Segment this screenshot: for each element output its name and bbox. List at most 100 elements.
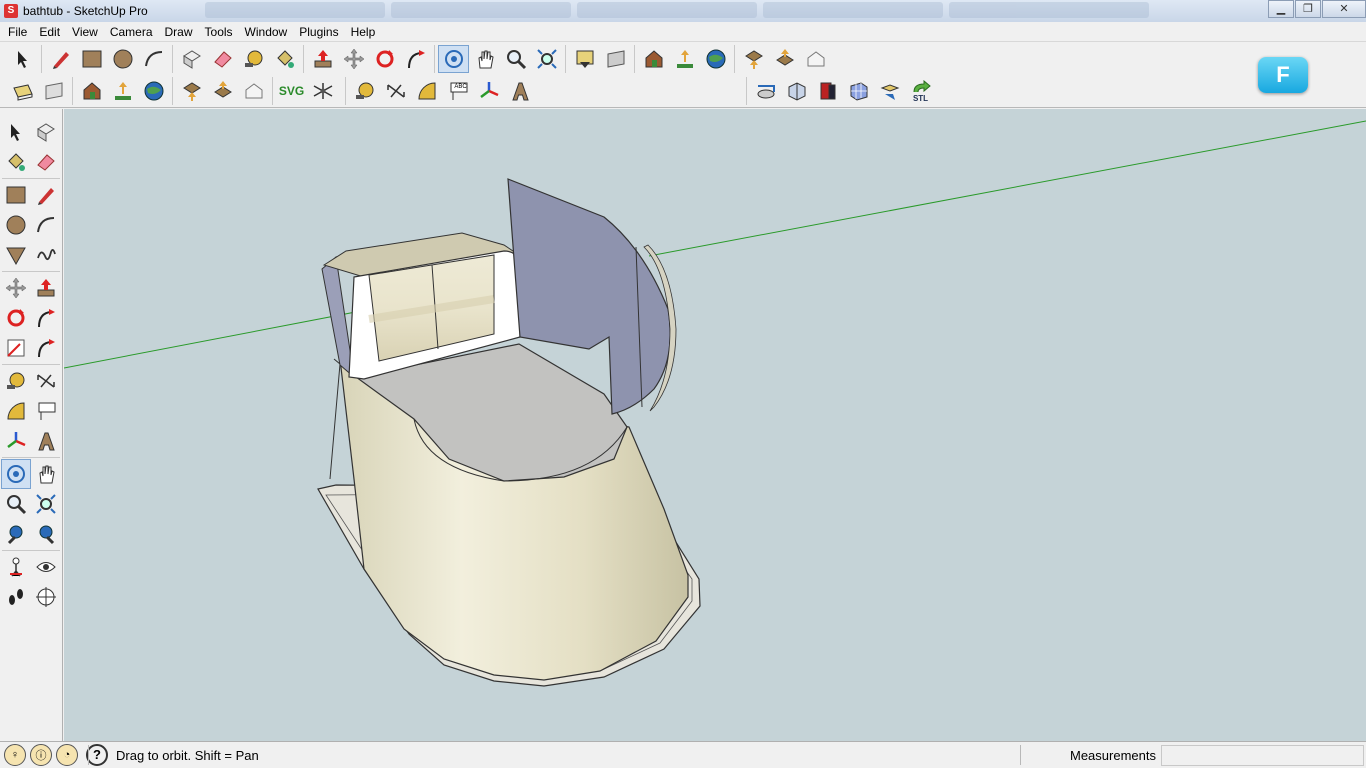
palette-polygon-button[interactable] (1, 240, 31, 270)
previous-view-button[interactable] (569, 45, 600, 73)
sandbox-from-scratch-button[interactable] (38, 77, 69, 105)
move-tool-button[interactable] (338, 45, 369, 73)
section-cuts-button[interactable] (812, 77, 843, 105)
select-tool-button[interactable] (7, 45, 38, 73)
solid-tools-button[interactable] (874, 77, 905, 105)
credits-icon[interactable]: ⓘ (30, 744, 52, 766)
menu-window[interactable]: Window (239, 25, 294, 39)
menu-edit[interactable]: Edit (33, 25, 66, 39)
palette-orbit-button[interactable] (1, 459, 31, 489)
palette-position-camera-button[interactable] (1, 552, 31, 582)
palette-3dtext-button[interactable] (31, 426, 61, 456)
minimize-button[interactable]: ▁ (1268, 0, 1294, 18)
get-models-button[interactable] (638, 45, 669, 73)
palette-scale-button[interactable] (1, 333, 31, 363)
sandbox-grid-button[interactable] (843, 77, 874, 105)
circle-tool-button[interactable] (107, 45, 138, 73)
line-tool-button[interactable] (45, 45, 76, 73)
palette-zoom-button[interactable] (1, 489, 31, 519)
palette-axes-button[interactable] (1, 426, 31, 456)
palette-offset-button[interactable] (31, 333, 61, 363)
palette-pushpull-button[interactable] (31, 273, 61, 303)
palette-protractor-button[interactable] (1, 396, 31, 426)
arc-tool-button[interactable] (138, 45, 169, 73)
menu-view[interactable]: View (66, 25, 104, 39)
paint-bucket-button[interactable] (269, 45, 300, 73)
text-tool-button[interactable]: ABC (442, 77, 473, 105)
tape-measure-button-2[interactable] (349, 77, 380, 105)
palette-pan-button[interactable] (31, 459, 61, 489)
eraser-tool-button[interactable] (207, 45, 238, 73)
menu-camera[interactable]: Camera (104, 25, 159, 39)
push-pull-button[interactable] (307, 45, 338, 73)
palette-move-button[interactable] (1, 273, 31, 303)
palette-rotate-button[interactable] (1, 303, 31, 333)
menu-plugins[interactable]: Plugins (293, 25, 344, 39)
palette-next-button[interactable] (31, 519, 61, 549)
model-viewport[interactable] (64, 109, 1366, 741)
google-earth-button[interactable] (700, 45, 731, 73)
rotate-tool-button[interactable] (369, 45, 400, 73)
palette-rectangle-button[interactable] (1, 180, 31, 210)
palette-circle-button[interactable] (1, 210, 31, 240)
palette-section-button[interactable] (31, 582, 61, 612)
rectangle-tool-button[interactable] (76, 45, 107, 73)
maximize-button[interactable]: ❐ (1295, 0, 1321, 18)
palette-tape-button[interactable] (1, 366, 31, 396)
axes-tool-button[interactable] (473, 77, 504, 105)
palette-walk-button[interactable] (1, 582, 31, 612)
measurements-input[interactable] (1161, 745, 1364, 766)
export-button-2[interactable] (207, 77, 238, 105)
menu-draw[interactable]: Draw (159, 25, 199, 39)
palette-dimension-button[interactable] (31, 366, 61, 396)
section-plane-button[interactable] (750, 77, 781, 105)
tape-measure-button[interactable] (238, 45, 269, 73)
orbit-tool-button[interactable] (438, 45, 469, 73)
user-status-icon[interactable]: ◔ (56, 744, 78, 766)
palette-select-button[interactable] (1, 117, 31, 147)
pan-tool-button[interactable] (469, 45, 500, 73)
palette-component-button[interactable] (31, 117, 61, 147)
protractor-button[interactable] (411, 77, 442, 105)
components-button-2[interactable] (238, 77, 269, 105)
svg-export-button[interactable]: SVG (276, 77, 307, 105)
geo-location-icon[interactable]: ♀ (4, 744, 26, 766)
share-model-button-2[interactable] (107, 77, 138, 105)
palette-paint-button[interactable] (1, 147, 31, 177)
menu-file[interactable]: File (2, 25, 33, 39)
sandbox-from-contours-button[interactable] (7, 77, 38, 105)
earth-button-2[interactable] (138, 77, 169, 105)
palette-line-button[interactable] (31, 180, 61, 210)
next-view-button[interactable] (600, 45, 631, 73)
stl-export-button[interactable]: STL (905, 77, 936, 105)
house-outline-icon (807, 51, 824, 67)
warehouse-button-2[interactable] (76, 77, 107, 105)
palette-look-around-button[interactable] (31, 552, 61, 582)
dimension-tool-button[interactable] (380, 77, 411, 105)
close-button[interactable]: ✕ (1322, 0, 1366, 18)
display-section-button[interactable] (781, 77, 812, 105)
mosquito-plugin-button[interactable] (307, 77, 338, 105)
palette-freehand-button[interactable] (31, 240, 61, 270)
zoom-tool-button[interactable] (500, 45, 531, 73)
import-button[interactable] (738, 45, 769, 73)
share-model-button[interactable] (669, 45, 700, 73)
palette-followme-button[interactable] (31, 303, 61, 333)
section-cube-icon (788, 82, 805, 101)
palette-previous-button[interactable] (1, 519, 31, 549)
follow-me-button[interactable] (400, 45, 431, 73)
menu-tools[interactable]: Tools (199, 25, 239, 39)
palette-zoom-window-button[interactable] (31, 489, 61, 519)
menu-help[interactable]: Help (345, 25, 382, 39)
import-button-2[interactable] (176, 77, 207, 105)
help-icon[interactable]: ? (86, 744, 108, 766)
export-button[interactable] (769, 45, 800, 73)
palette-eraser-button[interactable] (31, 147, 61, 177)
3d-text-button[interactable] (504, 77, 535, 105)
palette-text-button[interactable] (31, 396, 61, 426)
make-component-button[interactable] (176, 45, 207, 73)
palette-arc-button[interactable] (31, 210, 61, 240)
component-browser-button[interactable] (800, 45, 831, 73)
zoom-extents-button[interactable] (531, 45, 562, 73)
floating-f-badge[interactable]: F (1258, 57, 1308, 93)
